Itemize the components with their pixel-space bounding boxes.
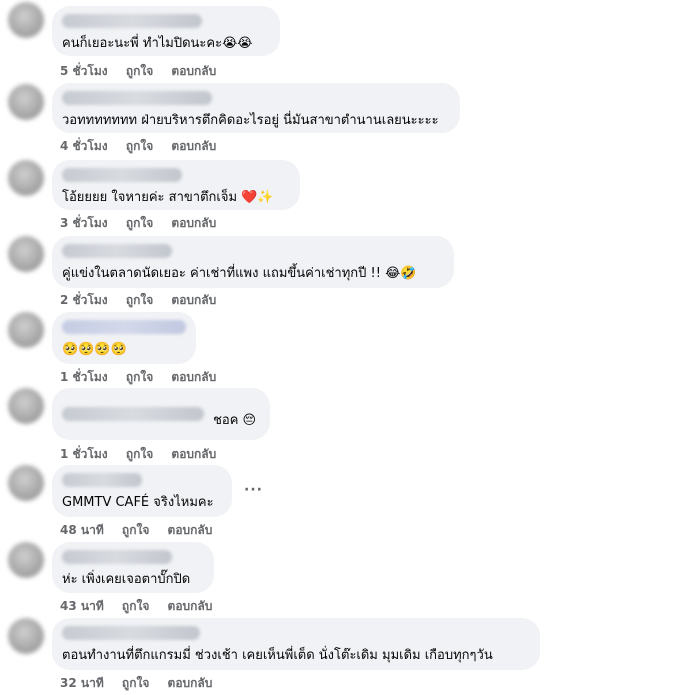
comment-meta: 2 ชั่วโมง ถูกใจ ตอบกลับ (60, 291, 230, 310)
comment-bubble: โอ้ยยยย ใจหายค่ะ สาขาตึกเจ็ม ❤️✨ (52, 160, 300, 210)
comment-text: 🥺🥺🥺🥺 (62, 342, 127, 357)
author-name[interactable] (62, 550, 172, 564)
like-button[interactable]: ถูกใจ (122, 523, 149, 537)
avatar[interactable] (8, 160, 44, 196)
avatar[interactable] (8, 388, 44, 424)
avatar[interactable] (8, 236, 44, 272)
comment-meta: 3 ชั่วโมง ถูกใจ ตอบกลับ (60, 214, 230, 233)
timestamp[interactable]: 3 ชั่วโมง (60, 216, 108, 230)
more-options-icon[interactable]: ··· (244, 482, 263, 498)
comment-bubble: ห่ะ เพิ่งเคยเจอตาบั๊กปิด (52, 542, 214, 593)
comment-meta: 32 นาที ถูกใจ ตอบกลับ (60, 674, 226, 693)
like-button[interactable]: ถูกใจ (126, 447, 153, 461)
avatar[interactable] (8, 465, 44, 501)
author-name[interactable] (62, 91, 212, 105)
like-button[interactable]: ถูกใจ (122, 599, 149, 613)
author-name[interactable] (62, 407, 204, 421)
timestamp[interactable]: 2 ชั่วโมง (60, 293, 108, 307)
timestamp[interactable]: 1 ชั่วโมง (60, 370, 108, 384)
comment-text: ตอนทำงานที่ตึกแกรมมี่ ช่วงเช้า เคยเห็นพี… (62, 648, 493, 663)
comment-bubble: ตอนทำงานที่ตึกแกรมมี่ ช่วงเช้า เคยเห็นพี… (52, 618, 540, 670)
author-name[interactable] (62, 168, 182, 182)
comment-meta: 4 ชั่วโมง ถูกใจ ตอบกลับ (60, 137, 230, 156)
reply-button[interactable]: ตอบกลับ (171, 139, 216, 153)
avatar[interactable] (8, 84, 44, 120)
comment-text: คนก็เยอะนะพี่ ทำไมปิดนะคะ😭😭 (62, 36, 253, 51)
author-name[interactable] (62, 244, 172, 258)
comment-bubble: คู่แข่งในตลาดนัดเยอะ ค่าเช่าที่แพง แถมขึ… (52, 236, 454, 288)
comment-meta: 43 นาที ถูกใจ ตอบกลับ (60, 597, 226, 616)
comment-text: GMMTV CAFÉ จริงไหมคะ (62, 495, 214, 510)
timestamp[interactable]: 32 นาที (60, 676, 104, 690)
reply-button[interactable]: ตอบกลับ (171, 64, 216, 78)
comment-text: ห่ะ เพิ่งเคยเจอตาบั๊กปิด (62, 572, 191, 587)
comment-bubble: GMMTV CAFÉ จริงไหมคะ (52, 465, 232, 517)
avatar[interactable] (8, 2, 44, 38)
comment-meta: 5 ชั่วโมง ถูกใจ ตอบกลับ (60, 62, 230, 81)
timestamp[interactable]: 1 ชั่วโมง (60, 447, 108, 461)
comment-text: โอ้ยยยย ใจหายค่ะ สาขาตึกเจ็ม ❤️✨ (62, 190, 274, 205)
comment-bubble: วอททททททท ฝ่ายบริหารตึกคิดอะไรอยู่ นี่มั… (52, 83, 460, 133)
like-button[interactable]: ถูกใจ (126, 216, 153, 230)
avatar[interactable] (8, 312, 44, 348)
comment-bubble: 🥺🥺🥺🥺 (52, 312, 196, 364)
timestamp[interactable]: 43 นาที (60, 599, 104, 613)
timestamp[interactable]: 5 ชั่วโมง (60, 64, 108, 78)
comment-text: ชอค 😔 (213, 413, 257, 428)
reply-button[interactable]: ตอบกลับ (171, 293, 216, 307)
like-button[interactable]: ถูกใจ (126, 293, 153, 307)
comment-text: คู่แข่งในตลาดนัดเยอะ ค่าเช่าที่แพง แถมขึ… (62, 266, 417, 281)
comment-meta: 48 นาที ถูกใจ ตอบกลับ (60, 521, 226, 540)
like-button[interactable]: ถูกใจ (122, 676, 149, 690)
author-name[interactable] (62, 320, 186, 334)
timestamp[interactable]: 48 นาที (60, 523, 104, 537)
avatar[interactable] (8, 542, 44, 578)
comment-bubble: ชอค 😔 (52, 388, 270, 440)
reply-button[interactable]: ตอบกลับ (168, 676, 213, 690)
reply-button[interactable]: ตอบกลับ (168, 599, 213, 613)
comment-text: วอททททททท ฝ่ายบริหารตึกคิดอะไรอยู่ นี่มั… (62, 113, 439, 128)
comment-meta: 1 ชั่วโมง ถูกใจ ตอบกลับ (60, 445, 230, 464)
author-name[interactable] (62, 626, 200, 640)
reply-button[interactable]: ตอบกลับ (171, 216, 216, 230)
reply-button[interactable]: ตอบกลับ (171, 447, 216, 461)
like-button[interactable]: ถูกใจ (126, 370, 153, 384)
timestamp[interactable]: 4 ชั่วโมง (60, 139, 108, 153)
like-button[interactable]: ถูกใจ (126, 64, 153, 78)
reply-button[interactable]: ตอบกลับ (168, 523, 213, 537)
avatar[interactable] (8, 618, 44, 654)
comment-meta: 1 ชั่วโมง ถูกใจ ตอบกลับ (60, 368, 230, 387)
comment-bubble: คนก็เยอะนะพี่ ทำไมปิดนะคะ😭😭 (52, 6, 280, 56)
like-button[interactable]: ถูกใจ (126, 139, 153, 153)
author-name[interactable] (62, 14, 202, 28)
author-name[interactable] (62, 473, 142, 487)
reply-button[interactable]: ตอบกลับ (171, 370, 216, 384)
